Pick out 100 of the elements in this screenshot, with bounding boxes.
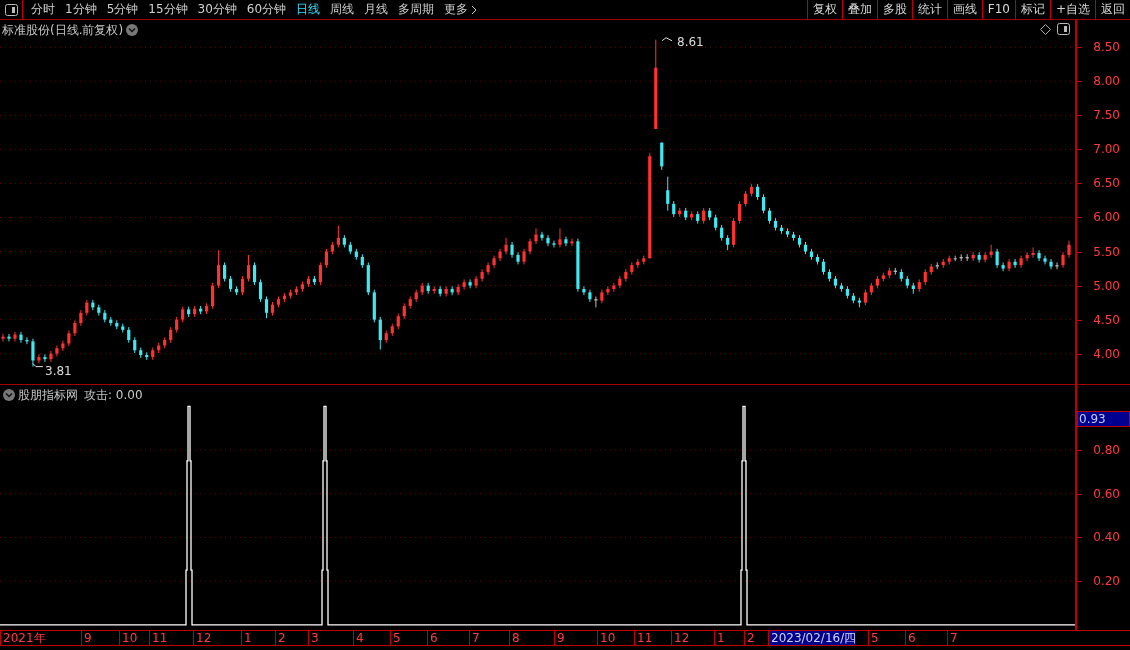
candlestick (61, 340, 65, 352)
axis-label: 5.00 (1093, 278, 1120, 293)
candlestick (1, 333, 5, 342)
axis-label: 5.50 (1093, 244, 1120, 259)
period-tab[interactable]: 30分钟 (192, 0, 242, 19)
date-label: 3 (308, 631, 319, 645)
date-label: 10 (119, 631, 138, 645)
diamond-icon[interactable] (1040, 23, 1051, 35)
candlestick (1031, 246, 1035, 259)
candlestick (217, 249, 221, 289)
candlestick (43, 353, 47, 363)
candlestick (336, 225, 340, 248)
more-menu[interactable]: 更多 (439, 0, 483, 19)
date-label: 12 (193, 631, 212, 645)
period-tab[interactable]: 1分钟 (60, 0, 102, 19)
date-label: 2021年 (0, 631, 46, 645)
candlestick (738, 200, 742, 225)
date-label: 6 (905, 631, 916, 645)
candlestick (660, 142, 664, 171)
toolbar-button[interactable]: 统计 (911, 0, 947, 19)
period-tab[interactable]: 日线 (291, 0, 326, 19)
candlestick (19, 331, 23, 344)
toolbar-button[interactable]: 复权 (806, 0, 842, 19)
period-tab[interactable]: 15分钟 (143, 0, 193, 19)
candlestick (564, 236, 568, 247)
panel-toggle-icon[interactable] (4, 3, 18, 16)
period-tab[interactable]: 月线 (359, 0, 394, 19)
period-tab[interactable]: 周线 (325, 0, 360, 19)
period-tab[interactable]: 多周期 (393, 0, 440, 19)
panel-toggle-icon[interactable] (1057, 23, 1070, 35)
value-tag: 0.93 (1077, 410, 1130, 427)
candlestick (1037, 249, 1041, 262)
candlestick (462, 278, 466, 291)
candlestick (540, 231, 544, 242)
date-label: 2 (275, 631, 286, 645)
candlestick (318, 261, 323, 286)
candlestick (246, 254, 251, 282)
axis-label: 7.50 (1093, 108, 1120, 123)
toolbar-button[interactable]: 返回 (1095, 0, 1130, 19)
axis-label: 4.00 (1093, 346, 1120, 361)
chevron-down-icon[interactable] (126, 24, 139, 36)
toolbar-button[interactable]: F10 (981, 0, 1015, 19)
date-label: 4 (353, 631, 364, 645)
axis-label: 7.00 (1093, 142, 1120, 157)
candlestick (558, 227, 562, 248)
indicator-reading: 攻击: 0.00 (84, 387, 143, 404)
toolbar-button[interactable]: 标记 (1014, 0, 1050, 19)
candlestick (546, 234, 550, 247)
candlestick (761, 193, 766, 214)
candlestick (594, 295, 598, 308)
leader-line (32, 363, 44, 368)
axis-label: 8.00 (1093, 74, 1120, 89)
date-label: 1 (241, 631, 252, 645)
period-tab[interactable]: 5分钟 (101, 0, 144, 19)
toolbar-button[interactable]: 画线 (946, 0, 982, 19)
axis-label: 0.60 (1093, 486, 1120, 501)
date-label: 12 (671, 631, 690, 645)
toolbar-button[interactable]: 多股 (876, 0, 912, 19)
date-label: 6 (427, 631, 438, 645)
candlestick (25, 336, 29, 345)
candlestick (252, 261, 257, 286)
date-label: 7 (947, 631, 958, 645)
axis-label: 0.80 (1093, 443, 1120, 457)
price-label: 3.81 (45, 362, 72, 380)
candlestick (552, 240, 556, 248)
period-tab[interactable]: 60分钟 (241, 0, 292, 19)
candlestick (1049, 258, 1053, 270)
date-label: 8 (509, 631, 520, 645)
candlestick (264, 295, 269, 319)
indicator-name: 股朋指标网 (18, 387, 78, 404)
date-label: 5 (390, 631, 401, 645)
axis-label: 4.50 (1093, 312, 1120, 327)
candlestick (732, 217, 736, 248)
candlestick (37, 353, 41, 364)
chevron-right-icon (471, 4, 478, 15)
candlestick (211, 282, 215, 310)
candlestick (666, 176, 670, 212)
candlestick (582, 285, 586, 296)
candlestick (534, 227, 538, 245)
date-label: 9 (554, 631, 565, 645)
candlestick (498, 248, 502, 262)
date-label: 5 (868, 631, 879, 645)
toolbar-button[interactable]: 叠加 (841, 0, 877, 19)
axis-label: 8.50 (1093, 40, 1120, 55)
date-label: 11 (634, 631, 653, 645)
candlestick (378, 316, 382, 351)
axis-label: 6.50 (1093, 176, 1120, 191)
candlestick (49, 350, 53, 363)
axis-label: 0.40 (1093, 530, 1120, 545)
candlestick (7, 333, 11, 342)
chart-title: 标准股份(日线.前复权) (2, 22, 124, 39)
date-label: 10 (597, 631, 616, 645)
toolbar-button[interactable]: +自选 (1049, 0, 1095, 19)
period-tab[interactable]: 分时 (26, 0, 60, 19)
candlestick (570, 238, 574, 247)
axis-label: 6.00 (1093, 210, 1120, 225)
chevron-down-icon[interactable] (3, 389, 15, 401)
candlestick (31, 338, 35, 368)
date-label: 1 (714, 631, 725, 645)
candlestick (1001, 261, 1005, 272)
